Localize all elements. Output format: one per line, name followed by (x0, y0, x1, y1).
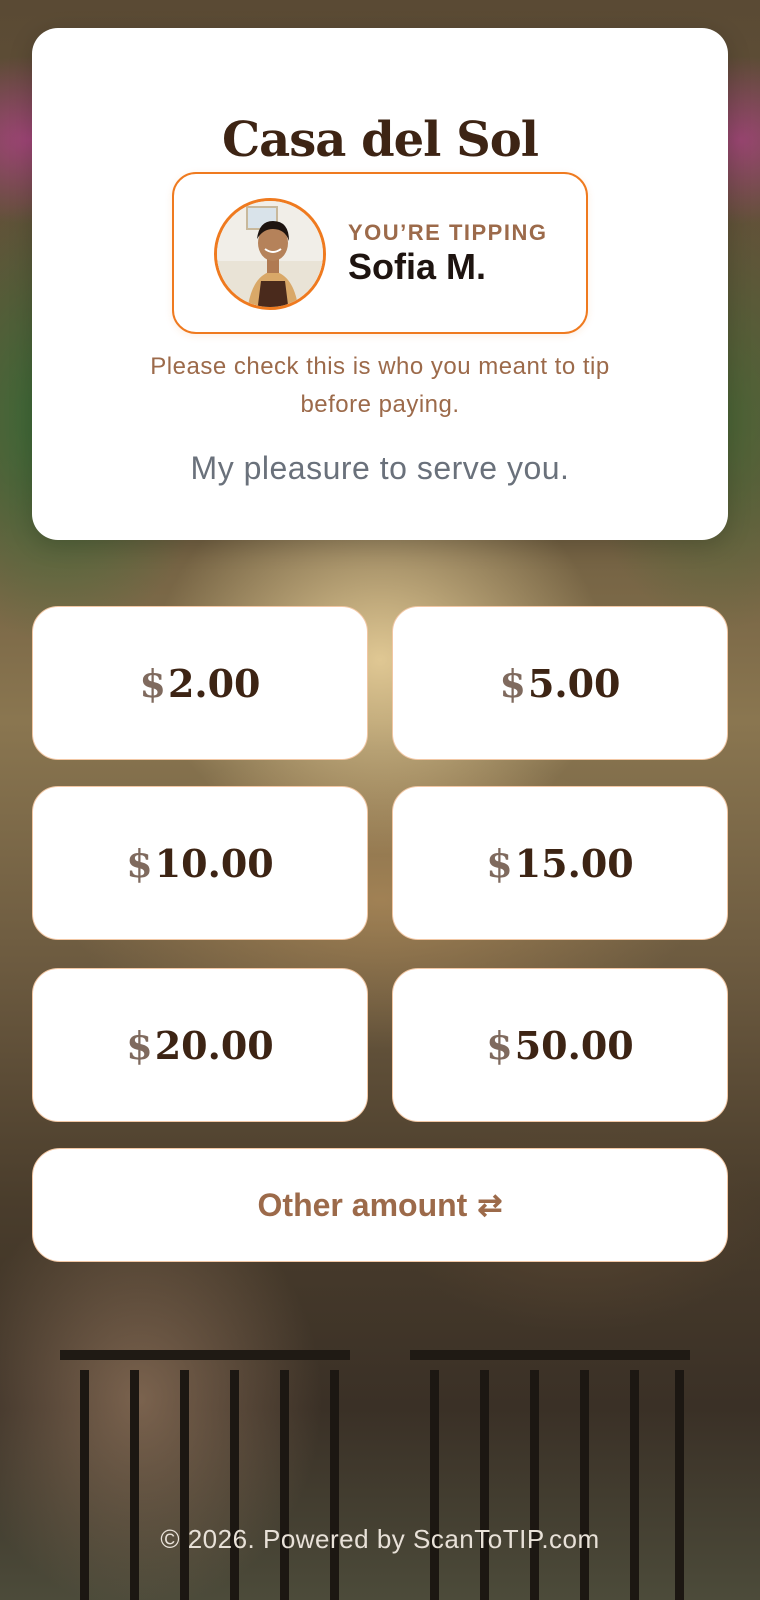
avatar (214, 198, 326, 310)
staff-name: Sofia M. (348, 246, 487, 287)
tip-amount-button[interactable]: $15.00 (392, 786, 728, 940)
tip-amount-value: 20.00 (154, 1022, 274, 1068)
tip-amount-value: 2.00 (167, 660, 261, 706)
staff-profile: YOU’RE TIPPING Sofia M. (172, 172, 588, 334)
tipping-label: YOU’RE TIPPING (348, 220, 548, 245)
currency-symbol: $ (126, 840, 153, 886)
currency-symbol: $ (499, 660, 526, 706)
tip-amount-value: 10.00 (154, 840, 274, 886)
tip-amount-button[interactable]: $10.00 (32, 786, 368, 940)
tip-amount-button[interactable]: $2.00 (32, 606, 368, 760)
tip-header-card: Casa del Sol YOU’RE TIPPING Sofia M. Ple… (32, 28, 728, 540)
tip-amount-value: 50.00 (514, 1022, 634, 1068)
currency-symbol: $ (486, 1022, 513, 1068)
tip-amount-button[interactable]: $20.00 (32, 968, 368, 1122)
swap-icon: ⇄ (477, 1188, 503, 1222)
other-amount-button[interactable]: Other amount ⇄ (32, 1148, 728, 1262)
currency-symbol: $ (486, 840, 513, 886)
staff-message: My pleasure to serve you. (190, 450, 570, 486)
footer-credit: © 2026. Powered by ScanToTIP.com (160, 1524, 600, 1554)
tip-amount-value: 15.00 (514, 840, 634, 886)
chair-silhouette (410, 1350, 690, 1600)
chair-silhouette (60, 1350, 350, 1600)
verification-note: Please check this is who you meant to ti… (150, 353, 610, 418)
tip-amount-button[interactable]: $50.00 (392, 968, 728, 1122)
currency-symbol: $ (139, 660, 166, 706)
other-amount-label: Other amount (257, 1186, 468, 1223)
tip-amount-value: 5.00 (527, 660, 621, 706)
restaurant-name: Casa del Sol (221, 112, 539, 168)
currency-symbol: $ (126, 1022, 153, 1068)
tip-amount-button[interactable]: $5.00 (392, 606, 728, 760)
